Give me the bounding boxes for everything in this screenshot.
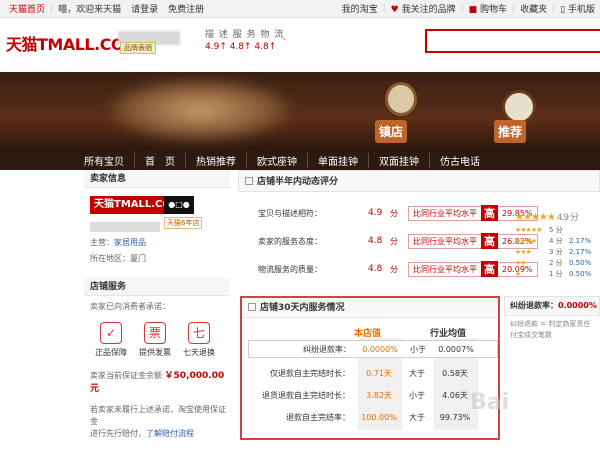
compensation-process-link[interactable]: 了解赔付流程 (146, 429, 194, 438)
greeting-text: 喵，欢迎来天猫 (58, 5, 122, 15)
main-content: 店铺半年内动态评分 宝贝与描述相符： 4.9 分 比同行业平均水平高 29.85% 卖… (238, 170, 600, 450)
nav-item[interactable]: 首 页 (135, 152, 186, 168)
panel-icon (248, 303, 256, 311)
nav-item[interactable]: 所有宝贝 (0, 152, 135, 168)
region-row: 所在地区：厦门 (90, 254, 146, 263)
chevron-down-icon[interactable]: ⌄ (281, 33, 288, 42)
sidebar: 卖家信息 天猫TMALL.COM ●□● 天猫6年店 主营：家居用品 所在地区：厦… (84, 170, 230, 450)
banner-image-blurred (110, 80, 290, 140)
home-link[interactable]: 天猫首页 (4, 2, 50, 15)
dsr-row: 物流服务的质量： 4.8 分 比同行业平均水平高 20.09% (258, 260, 538, 278)
banner-recommend-button[interactable]: 推荐 (494, 120, 527, 143)
login-link[interactable]: 请登录 (126, 2, 163, 15)
rating-values: 4.9↑ 4.8↑ 4.8↑ (205, 42, 277, 52)
header: 天猫TMALL.COM 品牌表晒 描 述 服 务 物 流 4.9↑ 4.8↑ 4… (0, 19, 600, 71)
dsr-row: 卖家的服务态度： 4.8 分 比同行业平均水平高 26.82% (258, 232, 538, 250)
dsr-row: 宝贝与描述相符： 4.9 分 比同行业平均水平高 29.85% (258, 204, 538, 222)
genuine-icon: ✓ (100, 322, 122, 344)
main-category-link[interactable]: 家居用品 (114, 238, 146, 247)
service-icons: ✓ 正品保障 票 提供发票 七 七天退换 (92, 322, 230, 358)
search-input[interactable] (425, 29, 600, 53)
service-30day-panel: 店铺30天内服务情况 本店值 行业均值 纠纷退款率： 0.0000% 小于 0.000… (240, 296, 500, 440)
service-invoice[interactable]: 票 提供发票 (136, 322, 174, 358)
table-row[interactable]: 退货退款自主完结时长： 3.82天 小于 4.06天 (248, 386, 498, 404)
tmall-cat-icon: ●□● (164, 196, 194, 214)
seller-info-title: 卖家信息 (84, 170, 230, 188)
deposit-row: 卖家当前保证金余额 ￥50,000.00 元 (90, 371, 225, 394)
nav-item[interactable]: 双面挂钟 (369, 152, 430, 168)
top-bar: 天猫首页 | 喵，欢迎来天猫 请登录 免费注册 我的淘宝 | ♥ 我关注的品牌 … (0, 0, 600, 18)
invoice-icon: 票 (144, 322, 166, 344)
shop-banner: 镇店 推荐 (0, 72, 600, 150)
refund-rate-detail: 纠纷退款率：0.0000% 纠纷退款 = 判定商家责任 付宝成交笔数 (510, 301, 597, 339)
col-industry-header: 行业均值 (430, 329, 467, 339)
shop-services-title: 店铺服务 (84, 278, 230, 296)
cart-icon: ■ (468, 5, 478, 15)
shop-nav: 所有宝贝 首 页 热销推荐 欧式座钟 单面挂钟 双面挂钟 仿古电话 (0, 150, 600, 170)
cart-link[interactable]: ■ 购物车 (464, 2, 512, 15)
heart-icon: ♥ (390, 5, 399, 15)
refund-rate-value: 0.0000% (558, 301, 597, 310)
star-rating: ★★★★★ 4.9 分 (515, 212, 579, 223)
table-row[interactable]: 仅退款自主完结时长： 0.71天 大于 0.58天 (248, 364, 498, 382)
clock-image-2 (502, 90, 536, 124)
fav-brands-link[interactable]: ♥ 我关注的品牌 (386, 2, 461, 15)
favorites-link[interactable]: 收藏夹 (515, 2, 552, 15)
table-row[interactable]: 退款自主完结率： 100.00% 大于 99.73% (248, 408, 498, 426)
rating-title: 描 述 服 务 物 流 (205, 30, 285, 40)
score-distribution: ★★★★★ 5 分 ★★★★ 4 分 2.17% ★★★ 3 分 2.17% ★★ 2 分0… (515, 225, 592, 278)
header-ratings[interactable]: 描 述 服 务 物 流 4.9↑ 4.8↑ 4.8↑ (205, 27, 284, 52)
shop-badge: 品牌表晒 (120, 42, 156, 54)
mobile-link[interactable]: ▯ 手机版 (555, 2, 600, 15)
service-7day-return[interactable]: 七 七天退换 (180, 322, 218, 358)
promise-text: 卖家已向消费者承诺： (90, 302, 170, 311)
col-shop-header: 本店值 (354, 329, 382, 339)
notice-text: 若卖家未履行上述承诺，淘宝使用保证金 进行先行赔付，了解赔付流程 (90, 405, 226, 438)
return-icon: 七 (188, 322, 210, 344)
seller-name-blurred (90, 222, 160, 232)
seller-tmall-logo: 天猫TMALL.COM ●□● (90, 196, 194, 214)
dsr-title: 店铺半年内动态评分 (238, 170, 600, 192)
panel-icon (245, 177, 253, 185)
nav-item[interactable]: 单面挂钟 (308, 152, 369, 168)
years-badge: 天猫6年店 (164, 217, 203, 229)
table-row[interactable]: 纠纷退款率： 0.0000% 小于 0.0007% (248, 340, 498, 358)
clock-image (385, 82, 417, 116)
my-taobao-link[interactable]: 我的淘宝 (337, 2, 383, 15)
service-genuine[interactable]: ✓ 正品保障 (92, 322, 130, 358)
nav-item[interactable]: 仿古电话 (430, 153, 490, 168)
phone-icon: ▯ (560, 5, 566, 15)
main-category-row: 主营：家居用品 (90, 238, 146, 247)
register-link[interactable]: 免费注册 (163, 2, 209, 15)
banner-shop-button[interactable]: 镇店 (375, 120, 408, 143)
service30-title: 店铺30天内服务情况 (242, 298, 498, 318)
nav-item[interactable]: 欧式座钟 (247, 152, 308, 168)
nav-item[interactable]: 热销推荐 (186, 152, 247, 168)
watermark: Bai (470, 390, 510, 415)
